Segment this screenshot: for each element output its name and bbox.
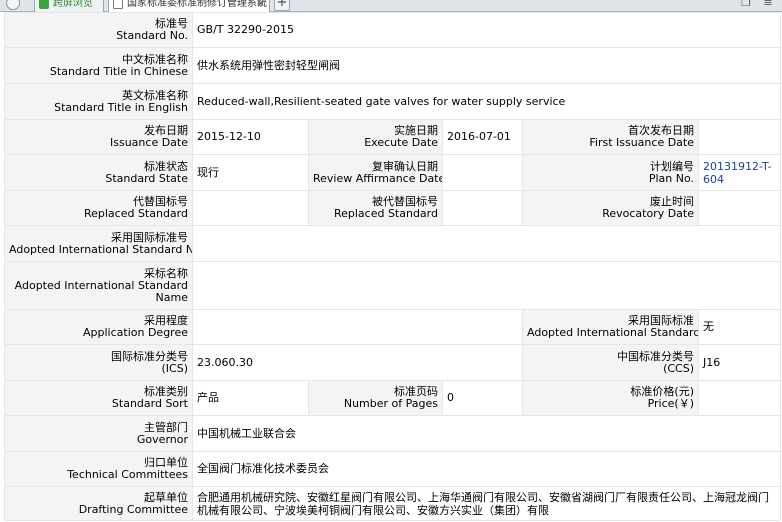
plan-no-link[interactable]: 20131912-T-604 [697, 154, 782, 191]
standard-detail-panel: 标准号 Standard No. GB/T 32290-2015 中文标准名称 … [0, 12, 782, 522]
table-row: 起草单位 Drafting Committee 合肥通用机械研究院、安徽红星阀门… [4, 486, 782, 521]
label-adopted-intl-no: 采用国际标准号 Adopted International Standard N… [4, 225, 193, 262]
tab-label: 国家标准委标准制修订管理系统 [127, 0, 267, 9]
value-replaced-by-standard [442, 190, 523, 226]
value-price [697, 380, 782, 416]
value-standard-state: 现行 [192, 154, 309, 191]
label-title-cn: 中文标准名称 Standard Title in Chinese [4, 47, 193, 84]
value-title-en: Reduced-wall,Resilient-seated gate valve… [191, 83, 782, 120]
value-number-of-pages: 0 [442, 380, 523, 416]
label-revocatory-date: 废止时间 Revocatory Date [522, 190, 699, 226]
value-governor: 中国机械工业联合会 [191, 415, 782, 452]
label-standard-state: 标准状态 Standard State [4, 154, 193, 191]
label-replaced-standard: 代替国标号 Replaced Standard [4, 190, 193, 226]
close-icon[interactable]: × [257, 0, 265, 12]
table-row: 标准状态 Standard State 现行 复审确认日期 Review Aff… [4, 154, 782, 191]
label-issuance-date: 发布日期 Issuance Date [4, 119, 193, 155]
label-standard-sort: 标准类别 Standard Sort [4, 380, 193, 416]
value-first-issuance-date [697, 119, 782, 155]
table-row: 采标名称 Adopted International Standard Name [4, 261, 782, 310]
value-review-date [442, 154, 523, 191]
label-standard-no: 标准号 Standard No. [4, 12, 193, 48]
table-row: 中文标准名称 Standard Title in Chinese 供水系统用弹性… [4, 47, 782, 84]
back-icon[interactable] [6, 0, 20, 10]
label-price: 标准价格(元) Price(￥) [522, 380, 699, 416]
value-title-cn: 供水系统用弹性密封轻型闸阀 [191, 47, 782, 84]
cross-screen-icon [39, 0, 49, 9]
table-row: 英文标准名称 Standard Title in English Reduced… [4, 83, 782, 120]
label-review-date: 复审确认日期 Review Affirmance Date [308, 154, 443, 191]
value-application-degree [192, 309, 523, 345]
table-row: 采用国际标准号 Adopted International Standard N… [4, 225, 782, 262]
table-row: 主管部门 Governor 中国机械工业联合会 [4, 415, 782, 452]
menu-icon[interactable]: ≡ [762, 0, 774, 9]
label-ics: 国际标准分类号 (ICS) [4, 344, 193, 381]
value-ics: 23.060.30 [192, 344, 523, 381]
label-drafting-committee: 起草单位 Drafting Committee [4, 486, 193, 521]
value-adopted-intl-no [191, 225, 782, 262]
new-tab-button[interactable]: + [274, 0, 290, 11]
value-standard-sort: 产品 [192, 380, 309, 416]
value-adopted-intl-standard: 无 [697, 309, 782, 345]
value-ccs: J16 [697, 344, 782, 381]
label-ccs: 中国标准分类号 (CCS) [522, 344, 699, 381]
table-row: 标准号 Standard No. GB/T 32290-2015 [4, 12, 782, 48]
table-row: 国际标准分类号 (ICS) 23.060.30 中国标准分类号 (CCS) J1… [4, 344, 782, 381]
table-row: 标准类别 Standard Sort 产品 标准页码 Number of Pag… [4, 380, 782, 416]
label-first-issuance-date: 首次发布日期 First Issuance Date [522, 119, 699, 155]
label-adopted-intl-standard: 采用国际标准 Adopted International Standard [522, 309, 699, 345]
label-governor: 主管部门 Governor [4, 415, 193, 452]
tab-label: 跨屏浏览 [53, 0, 93, 9]
value-execute-date: 2016-07-01 [442, 119, 523, 155]
value-replaced-standard [192, 190, 309, 226]
browser-tab-strip: 跨屏浏览 国家标准委标准制修订管理系统 × + ❐ ≡ [0, 0, 782, 12]
value-adopted-intl-name [191, 261, 782, 310]
value-standard-no: GB/T 32290-2015 [191, 12, 782, 48]
label-replaced-by-standard: 被代替国标号 Replaced Standard [308, 190, 443, 226]
table-row: 发布日期 Issuance Date 2015-12-10 实施日期 Execu… [4, 119, 782, 155]
tab-standards-system[interactable]: 国家标准委标准制修订管理系统 × [108, 0, 270, 12]
value-revocatory-date [697, 190, 782, 226]
label-execute-date: 实施日期 Execute Date [308, 119, 443, 155]
label-application-degree: 采用程度 Application Degree [4, 309, 193, 345]
label-title-en: 英文标准名称 Standard Title in English [4, 83, 193, 120]
value-drafting-committee: 合肥通用机械研究院、安徽红星阀门有限公司、上海华通阀门有限公司、安徽省湖阀门厂有… [191, 486, 782, 521]
label-adopted-intl-name: 采标名称 Adopted International Standard Name [4, 261, 193, 310]
restore-window-icon[interactable]: ❐ [740, 0, 752, 9]
page-icon [113, 0, 123, 9]
tab-cross-screen[interactable]: 跨屏浏览 [34, 0, 104, 12]
table-row: 代替国标号 Replaced Standard 被代替国标号 Replaced … [4, 190, 782, 226]
label-number-of-pages: 标准页码 Number of Pages [308, 380, 443, 416]
label-technical-committees: 归口单位 Technical Committees [4, 451, 193, 487]
value-issuance-date: 2015-12-10 [192, 119, 309, 155]
value-technical-committees: 全国阀门标准化技术委员会 [191, 451, 782, 487]
table-row: 采用程度 Application Degree 采用国际标准 Adopted I… [4, 309, 782, 345]
standard-info-table: 标准号 Standard No. GB/T 32290-2015 中文标准名称 … [4, 12, 782, 521]
label-plan-no: 计划编号 Plan No. [522, 154, 699, 191]
table-row: 归口单位 Technical Committees 全国阀门标准化技术委员会 [4, 451, 782, 487]
